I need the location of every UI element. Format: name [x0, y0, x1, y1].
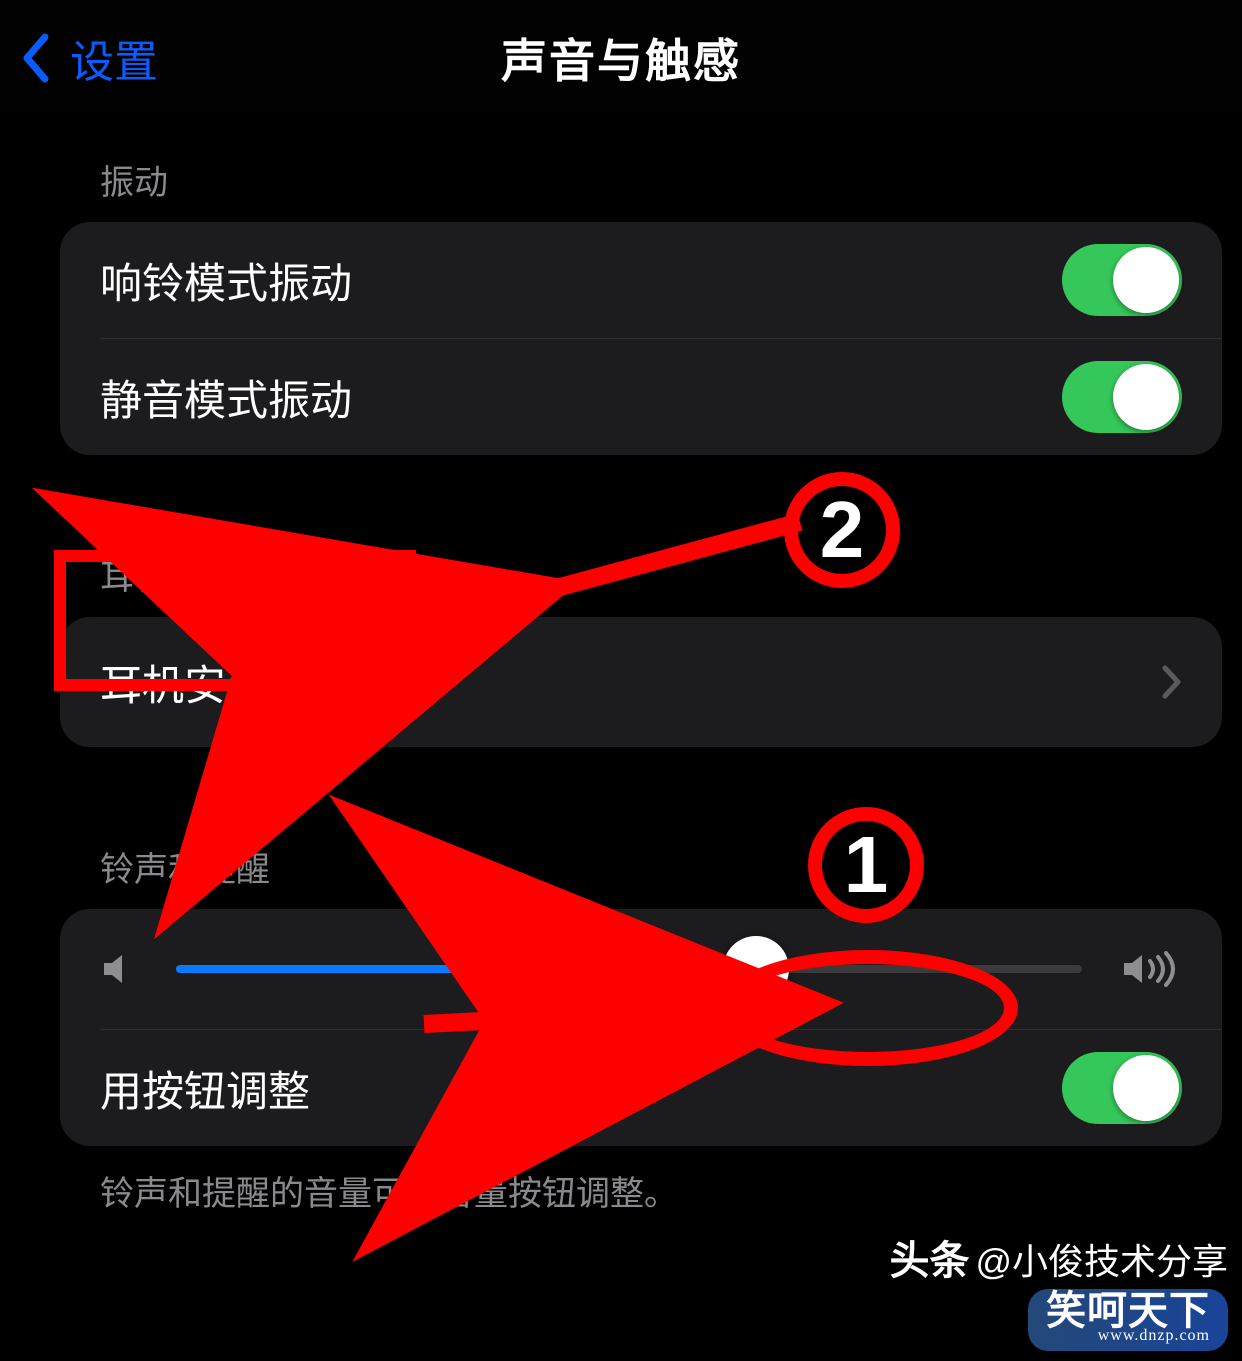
watermark: 头条 @小俊技术分享 笑呵天下 www.dnzp.com	[889, 1239, 1228, 1351]
chevron-left-icon	[20, 33, 50, 83]
volume-high-icon	[1122, 951, 1182, 987]
section-label-ringer: 铃声和提醒	[60, 842, 1222, 891]
section-label-headphone: 耳机音频	[60, 550, 1222, 599]
chevron-right-icon	[1162, 665, 1182, 699]
group-ringer: 用按钮调整	[60, 909, 1222, 1146]
row-silent-vibrate[interactable]: 静音模式振动	[60, 339, 1222, 455]
volume-slider[interactable]	[176, 965, 1082, 973]
toggle-ring-vibrate[interactable]	[1062, 244, 1182, 316]
watermark-handle: @小俊技术分享	[975, 1242, 1228, 1282]
toggle-change-with-buttons[interactable]	[1062, 1052, 1182, 1124]
watermark-tag: 头条	[889, 1239, 969, 1283]
row-volume-slider	[60, 909, 1222, 1029]
row-ring-vibrate[interactable]: 响铃模式振动	[60, 222, 1222, 338]
row-change-with-buttons[interactable]: 用按钮调整	[60, 1030, 1222, 1146]
settings-scroll[interactable]: 振动 响铃模式振动 静音模式振动 耳机音频 耳机安全 铃声和提醒	[0, 115, 1222, 1361]
row-silent-vibrate-label: 静音模式振动	[100, 367, 352, 428]
header: 设置 声音与触感	[0, 0, 1242, 115]
back-label: 设置	[70, 26, 158, 90]
page-title: 声音与触感	[0, 25, 1242, 91]
row-headphone-safety-label: 耳机安全	[100, 652, 268, 713]
row-headphone-safety[interactable]: 耳机安全	[60, 617, 1222, 747]
row-change-with-buttons-label: 用按钮调整	[100, 1058, 310, 1119]
toggle-silent-vibrate[interactable]	[1062, 361, 1182, 433]
volume-low-icon	[100, 951, 136, 987]
row-ring-vibrate-label: 响铃模式振动	[100, 250, 352, 311]
section-label-vibrate: 振动	[60, 155, 1222, 204]
back-button[interactable]: 设置	[20, 0, 158, 115]
group-headphone: 耳机安全	[60, 617, 1222, 747]
footer-note: 铃声和提醒的音量可用音量按钮调整。	[60, 1166, 1222, 1215]
group-vibrate: 响铃模式振动 静音模式振动	[60, 222, 1222, 455]
